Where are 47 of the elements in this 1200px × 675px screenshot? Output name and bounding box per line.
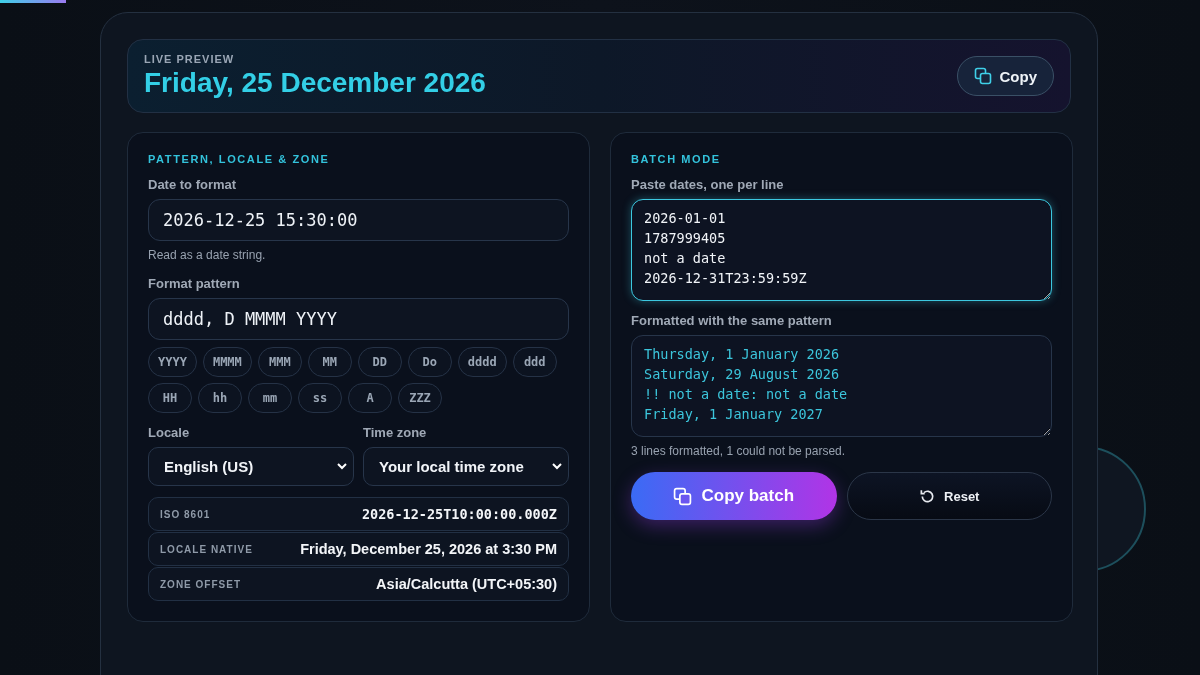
copy-button[interactable]: Copy [956, 56, 1054, 96]
preview-date: Friday, 25 December 2026 [144, 67, 486, 99]
token-chip[interactable]: MMMM [202, 347, 252, 377]
summary-text: 3 lines formatted, 1 could not be parsed. [631, 444, 846, 458]
token-chip[interactable]: hh [198, 383, 242, 413]
accent-bar [0, 0, 66, 3]
token-chip[interactable]: ss [298, 383, 342, 413]
timezone-select[interactable]: Your local time zone [363, 447, 569, 486]
section-heading: PATTERN, LOCALE & ZONE [148, 153, 330, 165]
reset-button[interactable]: Reset [846, 472, 1052, 520]
field-label: Paste dates, one per line [631, 177, 784, 192]
chevron-icon [552, 463, 562, 470]
locale-select[interactable]: English (US) [148, 447, 354, 486]
field-label: Format pattern [148, 276, 240, 291]
copy-icon [973, 67, 992, 85]
output-textarea[interactable]: Thursday, 1 January 2026 Saturday, 29 August 2026 !! not a date: not a date Friday, 1 January 2027 [631, 335, 1052, 437]
token-chip[interactable]: MM [307, 347, 352, 377]
copy-batch-button[interactable]: Copy batch [631, 472, 837, 520]
token-chip[interactable]: DD [357, 347, 402, 377]
token-chip[interactable]: ddd [512, 347, 557, 377]
preview-label: LIVE PREVIEW [144, 53, 236, 65]
token-chip[interactable]: ZZZ [398, 383, 442, 413]
field-label: Locale [148, 425, 190, 440]
date-input[interactable]: 2026-12-25 15:30:00 [148, 199, 569, 241]
token-chip[interactable]: Do [407, 347, 452, 377]
field-label: Time zone [363, 425, 427, 440]
token-chip[interactable]: A [348, 383, 392, 413]
result-label: LOCALE NATIVE [160, 543, 253, 555]
result-value: 2026-12-25T10:00:00.000Z [361, 506, 557, 522]
dates-textarea[interactable]: 2026-01-01 1787999405 not a date 2026-12-31T23:59:59Z [631, 199, 1052, 301]
token-chip[interactable]: HH [148, 383, 192, 413]
hint-text: Read as a date string. [148, 248, 266, 262]
field-label: Date to format [148, 177, 237, 192]
token-chip[interactable]: YYYY [148, 347, 197, 377]
chevron-icon [337, 463, 347, 470]
token-chip[interactable]: dddd [457, 347, 507, 377]
section-heading: BATCH MODE [631, 153, 721, 165]
pattern-input[interactable]: dddd, D MMMM YYYY [148, 298, 569, 340]
copy-icon [673, 486, 693, 506]
token-chip[interactable]: mm [248, 383, 292, 413]
result-label: ZONE OFFSET [160, 578, 241, 590]
result-value: Asia/Calcutta (UTC+05:30) [376, 576, 557, 592]
result-value: Friday, December 25, 2026 at 3:30 PM [300, 541, 557, 557]
result-label: ISO 8601 [160, 508, 211, 520]
token-chip[interactable]: MMM [257, 347, 302, 377]
field-label: Formatted with the same pattern [631, 313, 832, 328]
reset-icon [919, 487, 937, 505]
